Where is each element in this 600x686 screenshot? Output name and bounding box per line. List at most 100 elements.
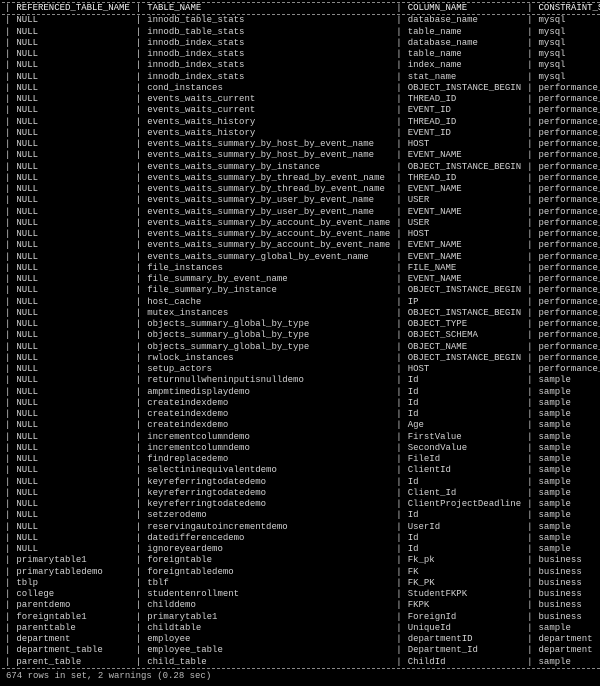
table-cell: NULL bbox=[13, 94, 132, 105]
column-separator: | bbox=[393, 240, 404, 251]
table-cell: performance_schema bbox=[536, 207, 600, 218]
column-separator: | bbox=[524, 465, 535, 476]
table-row: |NULL|events_waits_summary_by_instance|O… bbox=[2, 162, 600, 173]
column-separator: | bbox=[133, 240, 144, 251]
table-row: |NULL|selectininequivalentdemo|ClientId|… bbox=[2, 465, 600, 476]
column-separator: | bbox=[524, 533, 535, 544]
table-cell: objects_summary_global_by_type bbox=[144, 342, 393, 353]
table-cell: NULL bbox=[13, 544, 132, 555]
table-row: |NULL|innodb_table_stats|table_name|mysq… bbox=[2, 27, 600, 38]
table-cell: host_cache bbox=[144, 297, 393, 308]
table-cell: NULL bbox=[13, 117, 132, 128]
column-separator: | bbox=[393, 3, 404, 14]
table-cell: NULL bbox=[13, 139, 132, 150]
table-cell: ClientProjectDeadline bbox=[405, 499, 524, 510]
column-separator: | bbox=[2, 38, 13, 49]
table-cell: NULL bbox=[13, 218, 132, 229]
table-cell: employee_table bbox=[144, 645, 393, 656]
table-row: |department|employee|departmentID|depart… bbox=[2, 634, 600, 645]
table-cell: business bbox=[536, 567, 600, 578]
table-cell: file_instances bbox=[144, 263, 393, 274]
table-cell: business bbox=[536, 555, 600, 566]
table-cell: HOST bbox=[405, 139, 524, 150]
table-cell: NULL bbox=[13, 274, 132, 285]
table-row: |NULL|innodb_index_stats|stat_name|mysql… bbox=[2, 72, 600, 83]
table-cell: performance_schema bbox=[536, 353, 600, 364]
column-separator: | bbox=[133, 184, 144, 195]
table-cell: performance_schema bbox=[536, 263, 600, 274]
column-separator: | bbox=[524, 229, 535, 240]
table-cell: performance_schema bbox=[536, 173, 600, 184]
table-cell: createindexdemo bbox=[144, 420, 393, 431]
table-cell: NULL bbox=[13, 15, 132, 26]
table-cell: business bbox=[536, 600, 600, 611]
table-cell: events_waits_current bbox=[144, 94, 393, 105]
table-row: |NULL|events_waits_summary_by_account_by… bbox=[2, 240, 600, 251]
column-separator: | bbox=[524, 94, 535, 105]
table-cell: NULL bbox=[13, 27, 132, 38]
column-separator: | bbox=[133, 432, 144, 443]
table-cell: NULL bbox=[13, 330, 132, 341]
column-separator: | bbox=[2, 454, 13, 465]
column-separator: | bbox=[524, 555, 535, 566]
table-cell: NULL bbox=[13, 263, 132, 274]
table-cell: events_waits_history bbox=[144, 128, 393, 139]
table-cell: events_waits_summary_by_user_by_event_na… bbox=[144, 207, 393, 218]
column-separator: | bbox=[133, 60, 144, 71]
column-separator: | bbox=[524, 49, 535, 60]
column-separator: | bbox=[524, 443, 535, 454]
column-separator: | bbox=[2, 499, 13, 510]
column-separator: | bbox=[2, 375, 13, 386]
table-cell: NULL bbox=[13, 319, 132, 330]
table-row: |NULL|createindexdemo|Id|sample| bbox=[2, 398, 600, 409]
column-separator: | bbox=[524, 319, 535, 330]
table-cell: stat_name bbox=[405, 72, 524, 83]
table-cell: UniqueId bbox=[405, 623, 524, 634]
column-separator: | bbox=[524, 398, 535, 409]
table-cell: tblp bbox=[13, 578, 132, 589]
table-cell: parent_table bbox=[13, 657, 132, 668]
table-cell: sample bbox=[536, 488, 600, 499]
table-cell: SecondValue bbox=[405, 443, 524, 454]
column-separator: | bbox=[393, 139, 404, 150]
table-cell: THREAD_ID bbox=[405, 117, 524, 128]
table-cell: events_waits_summary_by_host_by_event_na… bbox=[144, 139, 393, 150]
column-separator: | bbox=[133, 3, 144, 14]
table-cell: keyreferringtodatedemo bbox=[144, 477, 393, 488]
table-cell: sample bbox=[536, 443, 600, 454]
table-cell: OBJECT_INSTANCE_BEGIN bbox=[405, 353, 524, 364]
table-cell: setzerodemo bbox=[144, 510, 393, 521]
table-cell: innodb_index_stats bbox=[144, 49, 393, 60]
column-separator: | bbox=[393, 117, 404, 128]
table-row: |NULL|ignoreyeardemo|Id|sample| bbox=[2, 544, 600, 555]
table-cell: EVENT_NAME bbox=[405, 207, 524, 218]
table-cell: NULL bbox=[13, 398, 132, 409]
table-cell: NULL bbox=[13, 38, 132, 49]
table-cell: file_summary_by_event_name bbox=[144, 274, 393, 285]
table-cell: THREAD_ID bbox=[405, 94, 524, 105]
table-row: |NULL|events_waits_summary_by_host_by_ev… bbox=[2, 139, 600, 150]
column-separator: | bbox=[133, 567, 144, 578]
table-cell: innodb_index_stats bbox=[144, 38, 393, 49]
table-cell: NULL bbox=[13, 297, 132, 308]
table-cell: performance_schema bbox=[536, 342, 600, 353]
column-separator: | bbox=[524, 218, 535, 229]
table-cell: returnnullwheninputisnulldemo bbox=[144, 375, 393, 386]
column-separator: | bbox=[393, 38, 404, 49]
column-separator: | bbox=[2, 398, 13, 409]
column-separator: | bbox=[524, 15, 535, 26]
table-cell: foreigntabledemo bbox=[144, 567, 393, 578]
table-cell: Id bbox=[405, 510, 524, 521]
column-separator: | bbox=[133, 139, 144, 150]
column-separator: | bbox=[524, 308, 535, 319]
table-cell: performance_schema bbox=[536, 162, 600, 173]
column-separator: | bbox=[393, 612, 404, 623]
table-cell: performance_schema bbox=[536, 195, 600, 206]
column-separator: | bbox=[133, 297, 144, 308]
column-separator: | bbox=[2, 533, 13, 544]
table-cell: createindexdemo bbox=[144, 409, 393, 420]
column-separator: | bbox=[393, 83, 404, 94]
column-separator: | bbox=[133, 229, 144, 240]
column-separator: | bbox=[133, 173, 144, 184]
column-separator: | bbox=[133, 105, 144, 116]
